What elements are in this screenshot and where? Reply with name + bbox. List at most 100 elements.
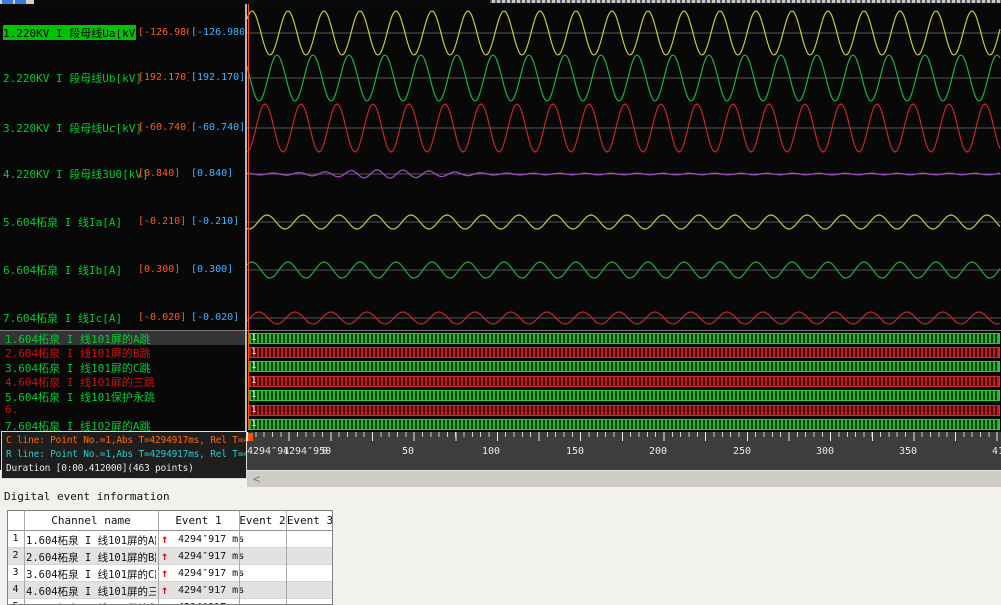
analog-cursor-value-c: [0.300] (138, 264, 189, 275)
cursor-line[interactable] (248, 4, 249, 428)
ruler-label: 200 (649, 446, 667, 457)
table-header-cell: Event 1 (158, 514, 239, 527)
table-header-cell: Channel name (24, 514, 158, 527)
digital-channel-label: 6. (5, 403, 18, 416)
scroll-left-arrow-icon[interactable]: < (253, 472, 260, 486)
analog-waveform-plot (247, 4, 1001, 330)
analog-channel-label: 3.220KV I 段母线Uc[kV] (3, 120, 142, 135)
digital-channel-label: 1.604柘泉 I 线101屏的A跳 (5, 331, 150, 345)
table-row[interactable]: 11.604柘泉 I 线101屏的A跳 ↑ 4294″917 ms (8, 531, 332, 548)
digital-channel-row[interactable]: 7.604柘泉 I 线102屏的A跳 (0, 418, 245, 432)
row-number: 4 (8, 584, 23, 595)
digital-trace-bar: 1 (248, 333, 1000, 344)
event-rising-arrow-icon: ↑ (161, 600, 168, 605)
ruler-label: 300 (816, 446, 834, 457)
event-rising-arrow-icon: ↑ (161, 583, 168, 597)
table-gridline (286, 511, 287, 604)
c-line-status: C line: Point No.=1,Abs T=4294917ms, Rel… (6, 435, 247, 446)
analog-channel-row[interactable]: 3.220KV I 段母线Uc[kV][-60.740][-60.740] (0, 120, 245, 136)
event-time: 4294″917 ms (178, 534, 244, 545)
digital-channel-label: 4.604柘泉 I 线101屏的三跳 (5, 374, 155, 388)
table-row[interactable]: 44.604柘泉 I 线101屏的三跳↑4294″917 ms (8, 582, 332, 599)
event-channel-name: 1.604柘泉 I 线101屏的A跳 (26, 533, 156, 548)
digital-channel-row[interactable]: 5.604柘泉 I 线101保护永跳 (0, 389, 245, 403)
event-time: 4294″917 ms (178, 568, 244, 579)
time-ruler[interactable]: 4294″914294″95005010015020025030035041 (247, 432, 1001, 470)
digital-state-value: 1 (251, 390, 256, 400)
digital-channel-row[interactable]: 4.604柘泉 I 线101屏的三跳 (0, 374, 245, 388)
analog-digital-divider (0, 330, 1001, 331)
table-gridline (239, 511, 240, 604)
analog-cursor-value-c: [192.170] (138, 72, 189, 83)
ruler-label: 250 (733, 446, 751, 457)
event-rising-arrow-icon: ↑ (161, 566, 168, 580)
ruler-label: 150 (566, 446, 584, 457)
digital-channel-row[interactable]: 6. (0, 403, 245, 417)
table-gridline (24, 511, 25, 604)
event-channel-name: 2.604柘泉 I 线101屏的B跳 (26, 550, 156, 565)
analog-channel-label: 7.604柘泉 I 线Ic[A] (3, 310, 122, 325)
digital-trace-bar: 1 (248, 405, 1000, 416)
digital-state-value: 1 (251, 405, 256, 415)
analog-channel-row[interactable]: 5.604柘泉 I 线Ia[A][-0.210][-0.210] (0, 214, 245, 230)
digital-trace-bar: 1 (248, 376, 1000, 387)
analog-channel-row[interactable]: 4.220KV I 段母线3U0[kV][0.840][0.840] (0, 166, 245, 182)
waveform-main-area: 1.220KV I 段母线Ua[kV][-126.980][-126.980] 2… (0, 4, 1001, 470)
digital-trace-bar: 1 (248, 419, 1000, 430)
analog-cursor-value-c: [-0.020] (138, 312, 189, 323)
titlebar-text-strip (490, 0, 1001, 3)
digital-event-table: Channel nameEvent 1Event 2Event 3 11.604… (7, 510, 333, 605)
analog-channel-row[interactable]: 7.604柘泉 I 线Ic[A] [-0.020][-0.020] (0, 310, 245, 326)
analog-cursor-value-r: [192.170] (191, 72, 244, 83)
horizontal-scrollbar[interactable]: < (247, 470, 1001, 487)
event-rising-arrow-icon: ↑ (161, 549, 168, 563)
ruler-major-ticks (247, 432, 1001, 441)
analog-channel-row[interactable]: 2.220KV I 段母线Ub[kV][192.170][192.170] (0, 70, 245, 86)
duration-status: Duration [0:00.412000](463 points) (6, 463, 247, 474)
digital-state-value: 1 (251, 361, 256, 371)
analog-cursor-value-r: [-0.020] (191, 312, 244, 323)
cursor-status-panel: C line: Point No.=1,Abs T=4294917ms, Rel… (1, 431, 247, 479)
event-rising-arrow-icon: ↑ (161, 532, 168, 546)
digital-state-value: 1 (251, 376, 256, 386)
analog-channel-label: 6.604柘泉 I 线Ib[A] (3, 262, 122, 277)
analog-cursor-value-r: [0.840] (191, 168, 244, 179)
table-gridline (158, 511, 159, 604)
event-channel-name: 3.604柘泉 I 线101屏的C跳 (26, 567, 156, 582)
analog-cursor-value-c: [-126.980] (138, 27, 189, 38)
analog-cursor-value-r: [-60.740] (191, 122, 244, 133)
table-header-cell: Event 3 (286, 514, 333, 527)
analog-channel-row[interactable]: 6.604柘泉 I 线Ib[A] [0.300][0.300] (0, 262, 245, 278)
digital-state-value: 1 (251, 419, 256, 429)
analog-cursor-value-r: [-0.210] (191, 216, 244, 227)
analog-cursor-value-r: [-126.980] (191, 27, 244, 38)
digital-channel-row[interactable]: 3.604柘泉 I 线101屏的C跳 (0, 360, 245, 374)
analog-cursor-value-c: [-60.740] (138, 122, 189, 133)
digital-trace-bar: 1 (248, 347, 1000, 358)
event-info-section: Digital event information Channel nameEv… (0, 487, 1001, 605)
row-number: 5 (8, 601, 23, 605)
row-number: 3 (8, 567, 23, 578)
section-title: Digital event information (4, 490, 170, 503)
digital-channel-label: 7.604柘泉 I 线102屏的A跳 (5, 418, 150, 432)
table-row[interactable]: 55.604柘泉 I 线101保护永跳↑4294″917 ms (8, 599, 332, 605)
analog-channel-label: 4.220KV I 段母线3U0[kV] (3, 166, 149, 181)
digital-channel-label: 5.604柘泉 I 线101保护永跳 (5, 389, 155, 403)
digital-channel-row[interactable]: 2.604柘泉 I 线101屏的B跳 (0, 345, 245, 359)
event-channel-name: 5.604柘泉 I 线101保护永跳 (26, 601, 156, 605)
cursor-marker-icon[interactable] (248, 433, 253, 441)
row-number: 1 (8, 533, 23, 544)
digital-state-value: 1 (251, 347, 256, 357)
table-row[interactable]: 22.604柘泉 I 线101屏的B跳↑4294″917 ms (8, 548, 332, 565)
event-time: 4294″917 ms (178, 585, 244, 596)
table-header-cell: Event 2 (239, 514, 286, 527)
analog-channel-label: 2.220KV I 段母线Ub[kV] (3, 70, 142, 85)
digital-channel-label: 3.604柘泉 I 线101屏的C跳 (5, 360, 150, 374)
analog-cursor-value-c: [-0.210] (138, 216, 189, 227)
analog-channel-row[interactable]: 1.220KV I 段母线Ua[kV][-126.980][-126.980] (0, 25, 245, 41)
table-row[interactable]: 33.604柘泉 I 线101屏的C跳 ↑ 4294″917 ms (8, 565, 332, 582)
digital-channel-row[interactable]: 1.604柘泉 I 线101屏的A跳 (0, 331, 245, 345)
analog-cursor-value-r: [0.300] (191, 264, 244, 275)
ruler-label: 50 (402, 446, 414, 457)
ruler-label: 0 (322, 446, 328, 457)
